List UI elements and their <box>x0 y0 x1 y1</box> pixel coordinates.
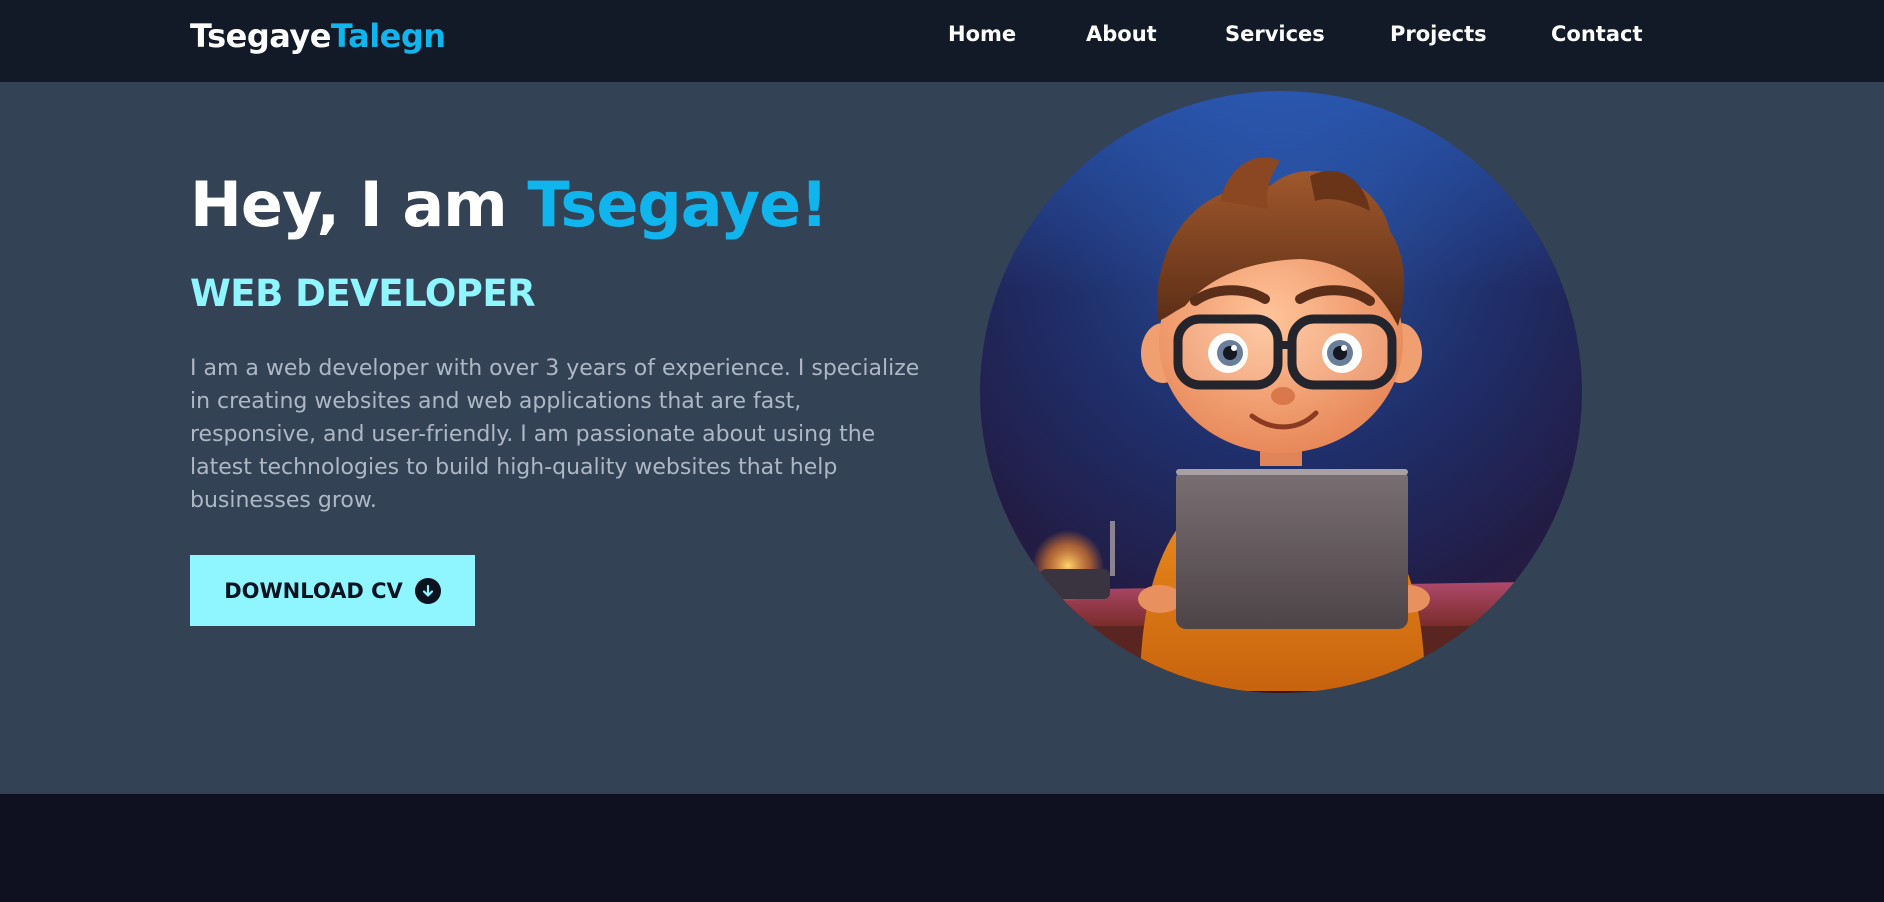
download-cv-button[interactable]: DOWNLOAD CV <box>190 555 475 626</box>
footer-band <box>0 794 1884 902</box>
hero-section: Hey, I am Tsegaye! WEB DEVELOPER I am a … <box>0 82 1884 794</box>
download-cv-label: DOWNLOAD CV <box>224 578 403 603</box>
nav-contact[interactable]: Contact <box>1551 22 1643 46</box>
hero-bio: I am a web developer with over 3 years o… <box>190 356 920 513</box>
nav-links: Home About Services Projects Contact <box>0 22 1884 52</box>
hero-greeting: Hey, I am <box>190 168 528 241</box>
developer-avatar-illustration <box>980 91 1582 693</box>
hero-headline: Hey, I am Tsegaye! <box>190 168 828 241</box>
nav-services[interactable]: Services <box>1225 22 1325 46</box>
nav-about[interactable]: About <box>1086 22 1157 46</box>
hero-name: Tsegaye! <box>527 168 828 241</box>
navbar: TsegayeTalegn Home About Services Projec… <box>0 0 1884 82</box>
arrow-down-circle-icon <box>414 577 441 604</box>
nav-home[interactable]: Home <box>948 22 1016 46</box>
hero-role: WEB DEVELOPER <box>190 272 536 315</box>
nav-projects[interactable]: Projects <box>1390 22 1487 46</box>
